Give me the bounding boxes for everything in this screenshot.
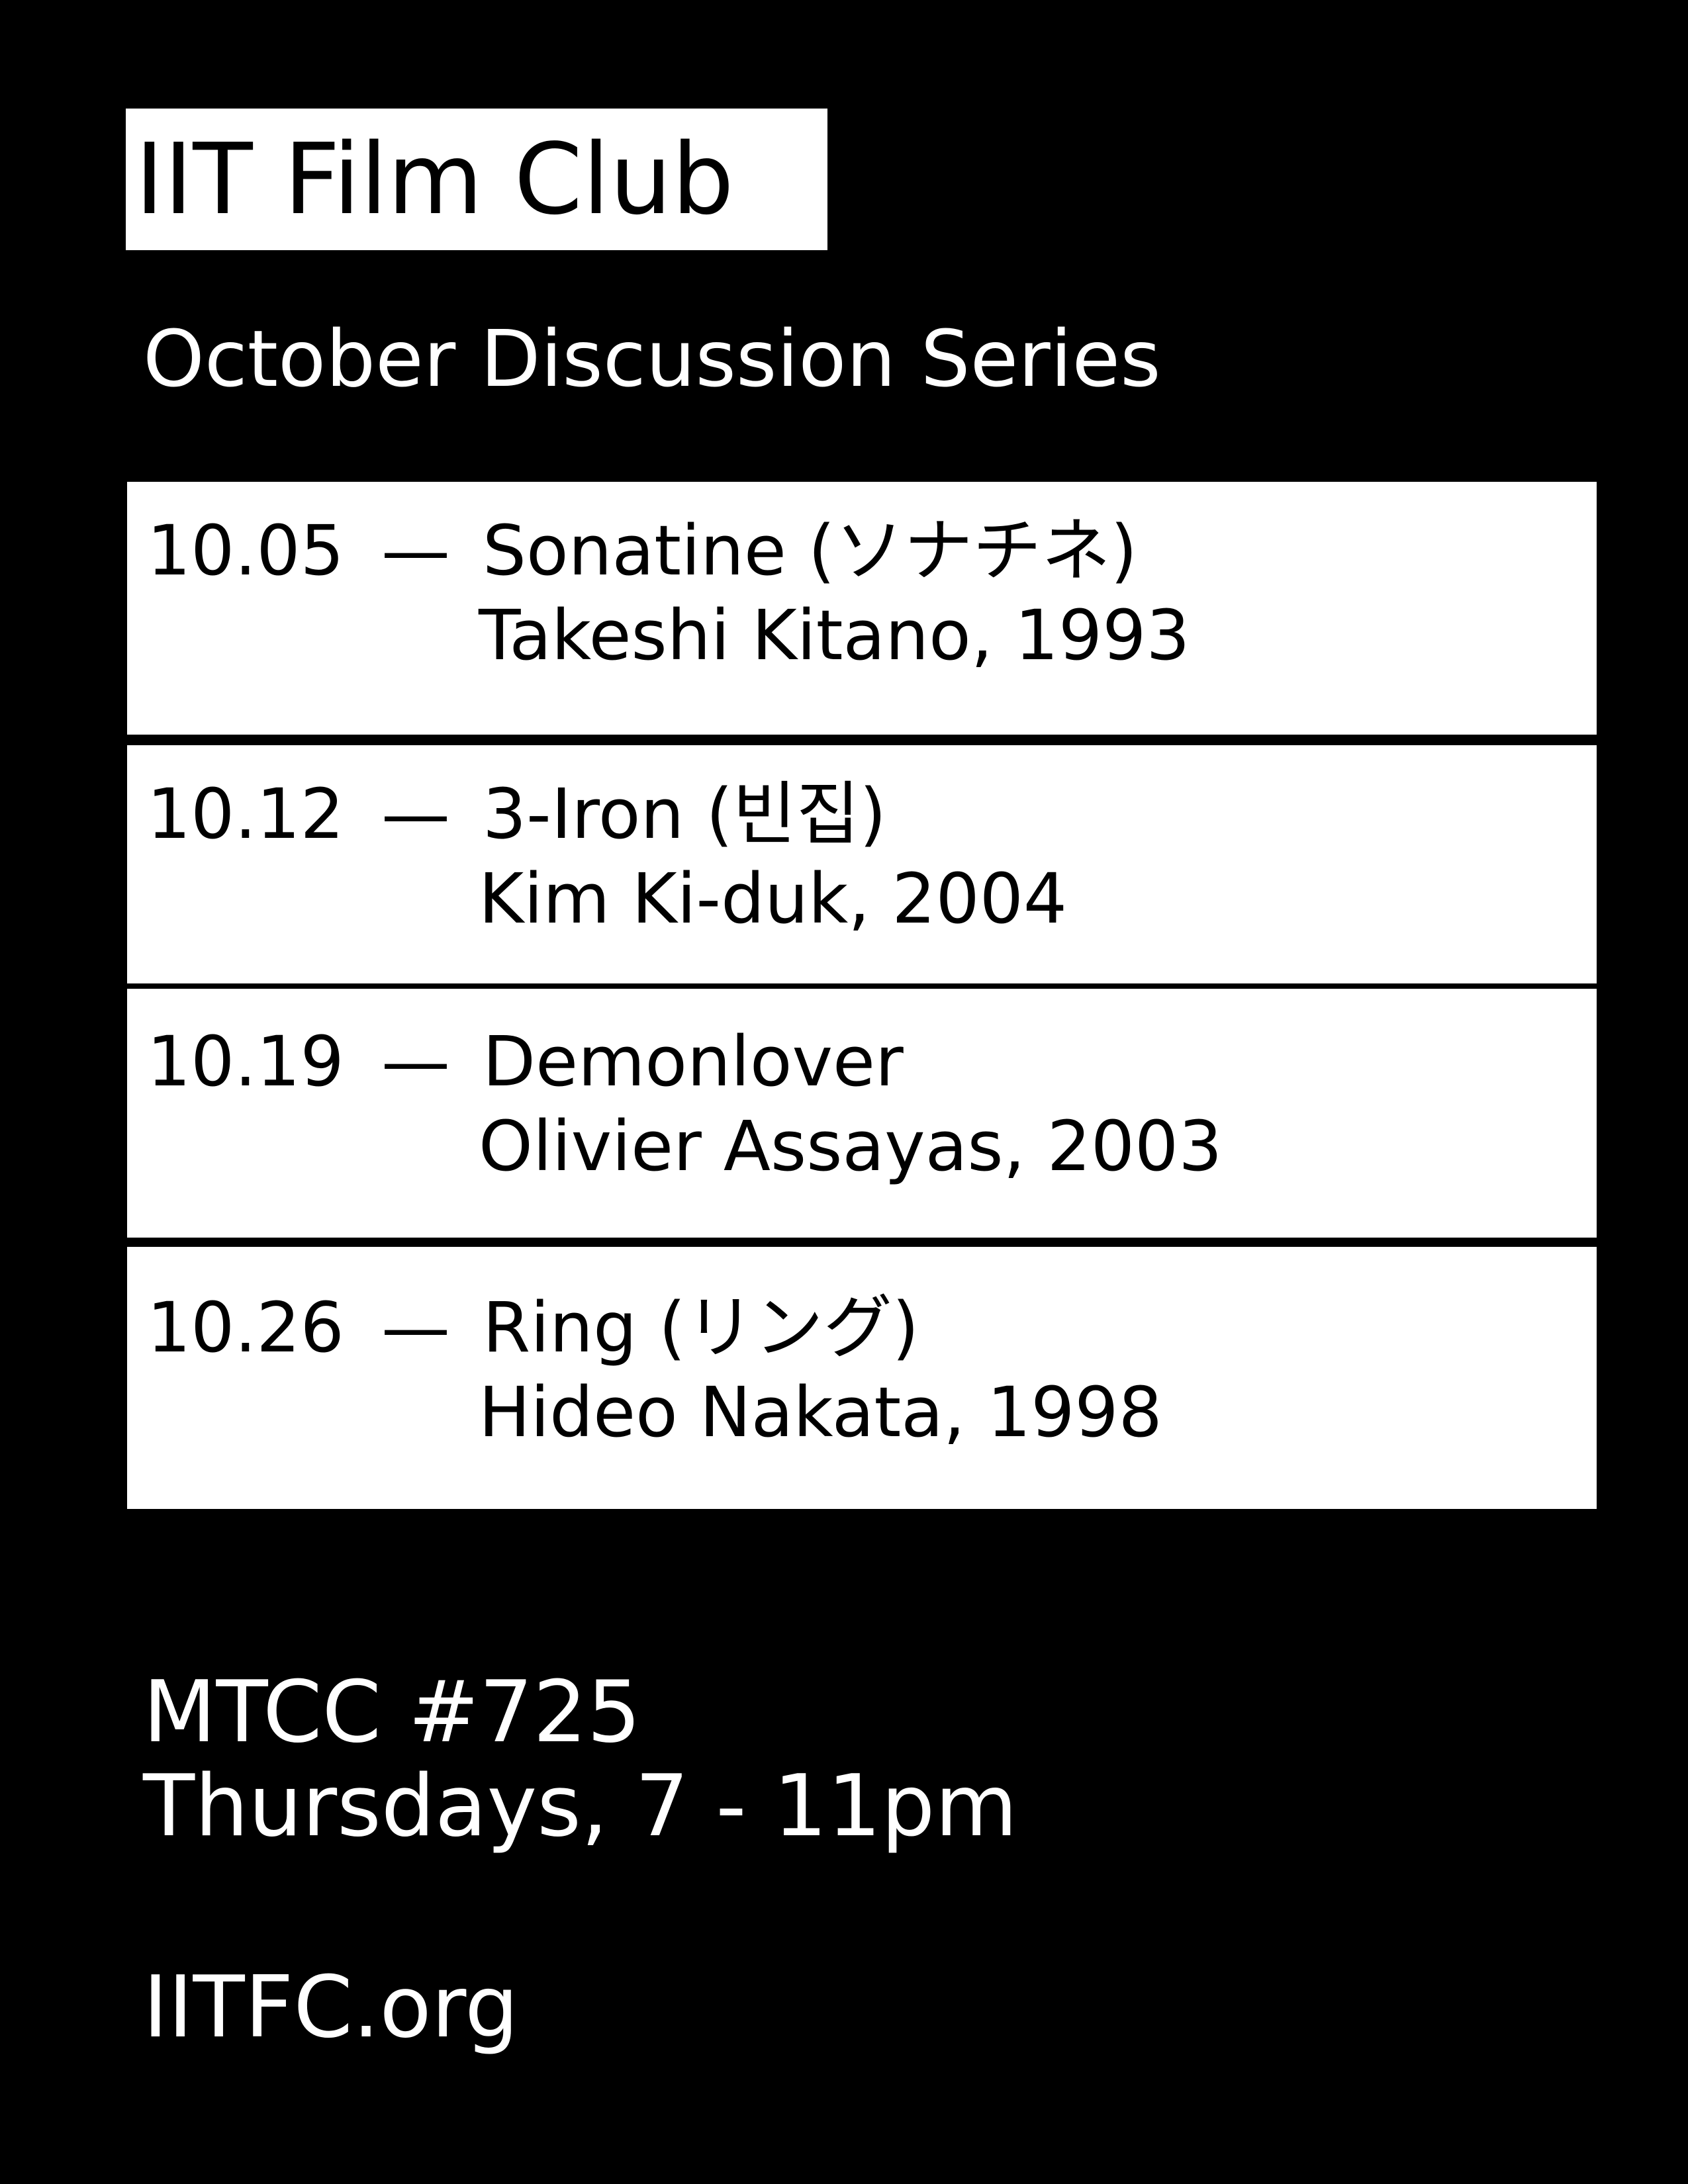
meeting-time: Thursdays, 7 - 11pm <box>143 1757 1018 1856</box>
film-title: Demonlover <box>483 1021 904 1102</box>
film-director-year: Kim Ki-duk, 2004 <box>479 858 1068 939</box>
film-date: 10.12 <box>147 774 344 854</box>
club-title-box: IIT Film Club <box>126 109 827 250</box>
film-director-year: Takeshi Kitano, 1993 <box>479 595 1190 676</box>
film-card-4: 10.26 — Ring (リング) Hideo Nakata, 1998 <box>127 1247 1597 1509</box>
film-date: 10.05 <box>147 510 344 591</box>
series-subtitle: October Discussion Series <box>143 313 1161 404</box>
em-dash: — <box>381 1287 450 1368</box>
film-date: 10.26 <box>147 1287 344 1368</box>
website-url: IITFC.org <box>143 1958 519 2057</box>
film-date: 10.19 <box>147 1021 344 1102</box>
film-director-year: Hideo Nakata, 1998 <box>479 1372 1162 1453</box>
film-director-year: Olivier Assayas, 2003 <box>479 1106 1223 1187</box>
em-dash: — <box>381 774 450 854</box>
club-title: IIT Film Club <box>135 122 734 236</box>
film-card-1: 10.05 — Sonatine (ソナチネ) Takeshi Kitano, … <box>127 482 1597 735</box>
film-card-3: 10.19 — Demonlover Olivier Assayas, 2003 <box>127 989 1597 1238</box>
venue-room: MTCC #725 <box>143 1663 641 1762</box>
film-card-2: 10.12 — 3-Iron (빈집) Kim Ki-duk, 2004 <box>127 745 1597 983</box>
film-title: Ring (リング) <box>483 1287 919 1368</box>
em-dash: — <box>381 510 450 591</box>
film-title: 3-Iron (빈집) <box>483 774 886 854</box>
film-title: Sonatine (ソナチネ) <box>483 510 1138 591</box>
em-dash: — <box>381 1021 450 1102</box>
